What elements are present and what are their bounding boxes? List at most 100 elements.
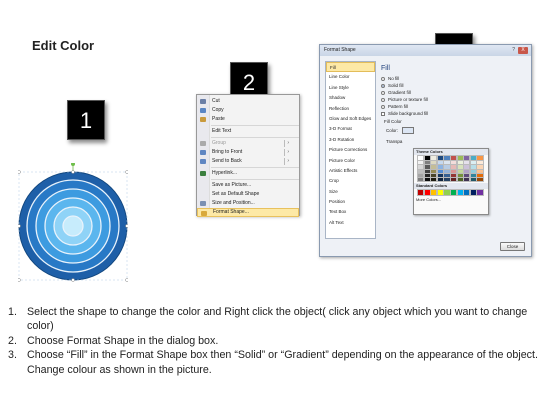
color-swatch[interactable] — [436, 176, 445, 183]
category-picture-corrections[interactable]: Picture Corrections — [326, 145, 375, 155]
color-swatch[interactable] — [449, 188, 458, 196]
color-swatch[interactable] — [463, 168, 471, 174]
color-swatch[interactable] — [443, 164, 451, 170]
color-swatch[interactable] — [476, 164, 484, 170]
color-swatch[interactable] — [449, 155, 458, 162]
color-swatch[interactable] — [430, 188, 438, 196]
category-picture-color[interactable]: Picture Color — [326, 156, 375, 166]
color-swatch[interactable] — [449, 160, 458, 166]
menu-item-cut[interactable]: Cut — [197, 97, 299, 106]
fill-option-gradient-fill[interactable]: Gradient fill — [381, 89, 528, 96]
help-button[interactable]: ? — [512, 47, 515, 53]
color-swatch[interactable] — [476, 155, 484, 162]
category-line-style[interactable]: Line Style — [326, 83, 375, 93]
color-swatch[interactable] — [423, 155, 431, 162]
color-swatch[interactable] — [449, 176, 458, 183]
color-swatch[interactable] — [443, 176, 451, 183]
color-swatch[interactable] — [430, 172, 438, 179]
menu-item-hyperlink[interactable]: Hyperlink... — [197, 169, 299, 178]
color-swatch[interactable] — [456, 168, 464, 174]
menu-item-save-as-picture[interactable]: Save as Picture... — [197, 181, 299, 190]
color-swatch[interactable] — [449, 164, 458, 170]
color-swatch[interactable] — [423, 188, 431, 196]
category-crop[interactable]: Crop — [326, 176, 375, 186]
color-swatch[interactable] — [423, 172, 431, 179]
color-swatch[interactable] — [456, 188, 464, 196]
color-swatch[interactable] — [443, 155, 451, 162]
menu-item-edit-text[interactable]: Edit Text — [197, 127, 299, 136]
menu-item-paste[interactable]: Paste — [197, 115, 299, 124]
category-size[interactable]: Size — [326, 187, 375, 197]
radio-button[interactable] — [381, 76, 385, 81]
color-swatch[interactable] — [476, 168, 484, 174]
category-shadow[interactable]: Shadow — [326, 93, 375, 103]
color-swatch[interactable] — [463, 164, 471, 170]
color-swatch[interactable] — [469, 160, 478, 166]
color-swatch[interactable] — [416, 168, 425, 174]
color-swatch[interactable] — [416, 172, 425, 179]
color-swatch[interactable] — [443, 168, 451, 174]
color-swatch[interactable] — [463, 172, 471, 179]
menu-item-bring-to-front[interactable]: Bring to Front › — [197, 148, 299, 157]
more-colors-link[interactable]: More Colors... — [414, 197, 488, 202]
close-icon[interactable]: X — [518, 47, 528, 54]
color-swatch[interactable] — [436, 188, 445, 196]
menu-item-group[interactable]: Group › — [197, 139, 299, 148]
color-swatch[interactable] — [463, 155, 471, 162]
category-artistic-effects[interactable]: Artistic Effects — [326, 166, 375, 176]
menu-item-send-to-back[interactable]: Send to Back › — [197, 157, 299, 166]
color-swatch[interactable] — [436, 172, 445, 179]
color-swatch[interactable] — [423, 160, 431, 166]
color-swatch[interactable] — [423, 168, 431, 174]
radio-button[interactable] — [381, 90, 385, 95]
color-swatch[interactable] — [469, 155, 478, 162]
color-swatch[interactable] — [469, 164, 478, 170]
color-swatch[interactable] — [423, 176, 431, 183]
color-swatch[interactable] — [436, 155, 445, 162]
category-position[interactable]: Position — [326, 197, 375, 207]
category-line-color[interactable]: Line Color — [326, 72, 375, 82]
color-picker-button[interactable] — [402, 127, 415, 134]
radio-button[interactable] — [381, 104, 385, 109]
category-text-box[interactable]: Text Box — [326, 207, 375, 217]
color-swatch[interactable] — [443, 172, 451, 179]
color-swatch[interactable] — [476, 172, 484, 179]
category-3-d-rotation[interactable]: 3-D Rotation — [326, 135, 375, 145]
fill-option-solid-fill[interactable]: Solid fill — [381, 82, 528, 89]
color-swatch[interactable] — [463, 176, 471, 183]
color-swatch[interactable] — [430, 160, 438, 166]
slide-background-checkbox[interactable]: Slide background fill — [381, 110, 528, 117]
radio-button[interactable] — [381, 97, 385, 102]
color-swatch[interactable] — [469, 168, 478, 174]
color-swatch[interactable] — [430, 168, 438, 174]
color-swatch[interactable] — [449, 172, 458, 179]
color-swatch[interactable] — [476, 160, 484, 166]
color-swatch[interactable] — [436, 160, 445, 166]
color-swatch[interactable] — [469, 176, 478, 183]
color-swatch[interactable] — [436, 164, 445, 170]
color-swatch[interactable] — [456, 172, 464, 179]
checkbox-box[interactable] — [381, 111, 385, 116]
color-swatch[interactable] — [469, 188, 478, 196]
color-swatch[interactable] — [443, 188, 451, 196]
fill-option-pattern-fill[interactable]: Pattern fill — [381, 103, 528, 110]
color-swatch[interactable] — [456, 176, 464, 183]
menu-item-format-shape[interactable]: Format Shape... — [197, 208, 299, 217]
color-swatch[interactable] — [476, 176, 484, 183]
menu-item-set-as-default-shape[interactable]: Set as Default Shape — [197, 190, 299, 199]
category-reflection[interactable]: Reflection — [326, 104, 375, 114]
color-swatch[interactable] — [416, 155, 425, 162]
color-swatch[interactable] — [463, 188, 471, 196]
color-swatch[interactable] — [456, 155, 464, 162]
category-3-d-format[interactable]: 3-D Format — [326, 124, 375, 134]
color-swatch[interactable] — [456, 160, 464, 166]
color-swatch[interactable] — [476, 188, 484, 196]
color-swatch[interactable] — [416, 164, 425, 170]
close-button[interactable]: Close — [500, 242, 525, 251]
color-swatch[interactable] — [430, 164, 438, 170]
color-swatch[interactable] — [469, 172, 478, 179]
color-swatch[interactable] — [436, 168, 445, 174]
color-swatch[interactable] — [430, 155, 438, 162]
color-swatch[interactable] — [416, 188, 425, 196]
menu-item-copy[interactable]: Copy — [197, 106, 299, 115]
